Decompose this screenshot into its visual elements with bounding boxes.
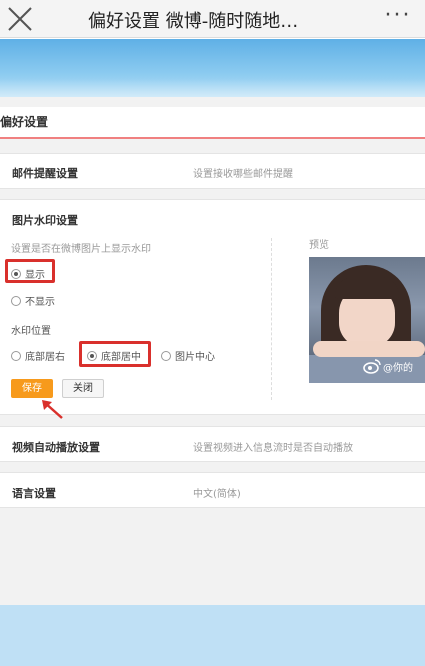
video-autoplay-desc: 设置视频进入信息流时是否自动播放 [193, 443, 353, 454]
preview-image: @你的 [309, 257, 425, 383]
radio-bottom-right-label: 底部居右 [25, 352, 65, 363]
mail-settings-label: 邮件提醒设置 [12, 167, 78, 180]
radio-bottom-center[interactable]: 底部居中 [87, 348, 141, 363]
preview-label: 预览 [309, 240, 329, 251]
radio-button-checked[interactable] [87, 350, 97, 361]
language-label: 语言设置 [12, 487, 56, 500]
radio-button[interactable] [11, 350, 21, 361]
weibo-logo-icon [363, 359, 381, 374]
radio-button[interactable] [11, 295, 21, 306]
pointer-arrow-icon [42, 400, 63, 419]
radio-button-checked[interactable] [11, 268, 21, 279]
radio-show-label: 显示 [25, 270, 45, 281]
radio-bottom-right[interactable]: 底部居右 [11, 348, 65, 363]
video-autoplay-label: 视频自动播放设置 [12, 441, 100, 454]
close-icon[interactable] [4, 3, 36, 35]
watermark-position-label: 水印位置 [11, 326, 51, 337]
section-divider [271, 238, 272, 400]
radio-bottom-center-label: 底部居中 [101, 352, 141, 363]
watermark-settings-label: 图片水印设置 [12, 214, 78, 227]
close-button[interactable]: 关闭 [62, 379, 104, 398]
more-options-icon[interactable]: ··· [381, 5, 415, 29]
browser-topbar: 偏好设置 微博-随时随地… ··· [0, 0, 425, 38]
language-row[interactable]: 语言设置 中文(简体) [0, 472, 425, 508]
watermark-overlay: @你的 [363, 357, 413, 375]
radio-hide-label: 不显示 [25, 297, 55, 308]
radio-hide[interactable]: 不显示 [11, 293, 55, 308]
mail-settings-row[interactable]: 邮件提醒设置 设置接收哪些邮件提醒 [0, 153, 425, 189]
page-title: 偏好设置 微博-随时随地… [88, 11, 299, 32]
radio-image-center[interactable]: 图片中心 [161, 348, 215, 363]
footer-banner [0, 605, 425, 666]
radio-button[interactable] [161, 350, 171, 361]
watermark-text: @你的 [383, 362, 413, 374]
panel-title: 偏好设置 [0, 107, 425, 139]
mail-settings-desc: 设置接收哪些邮件提醒 [193, 169, 293, 180]
watermark-question: 设置是否在微博图片上显示水印 [11, 244, 151, 255]
video-autoplay-row[interactable]: 视频自动播放设置 设置视频进入信息流时是否自动播放 [0, 426, 425, 462]
radio-show[interactable]: 显示 [11, 266, 45, 281]
header-banner [0, 39, 425, 97]
radio-image-center-label: 图片中心 [175, 352, 215, 363]
language-value: 中文(简体) [193, 489, 241, 500]
